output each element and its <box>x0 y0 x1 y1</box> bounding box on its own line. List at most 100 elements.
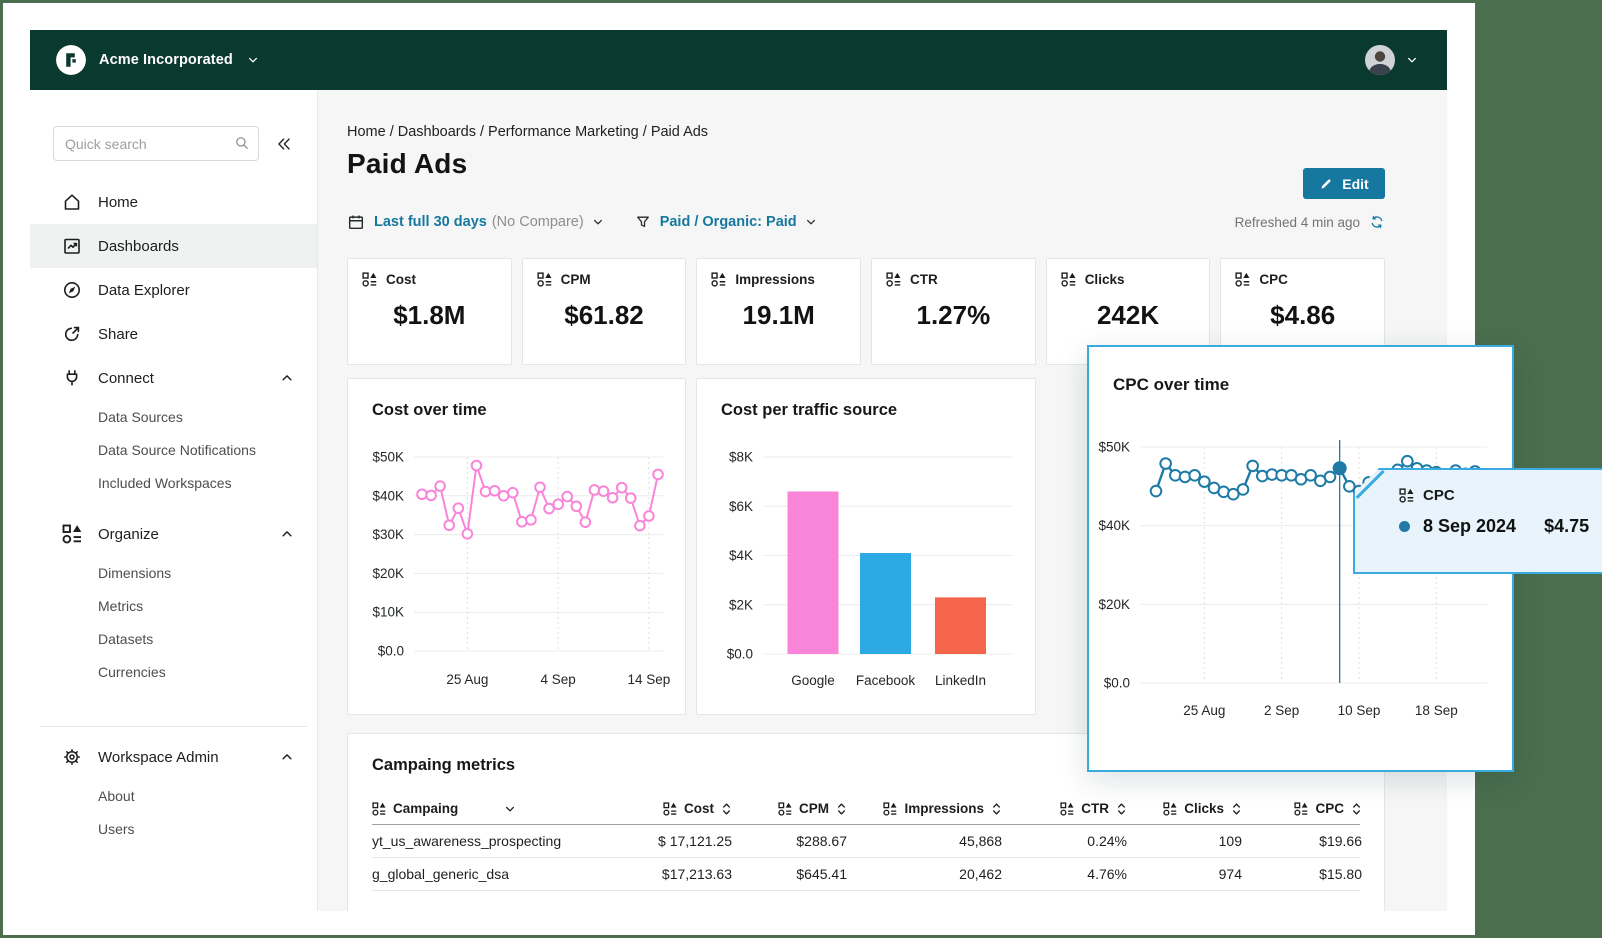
chevron-down-icon[interactable] <box>804 215 818 229</box>
column-header-ctr[interactable]: CTR <box>1002 793 1127 824</box>
sidebar-divider <box>40 726 307 727</box>
sidebar-item-about[interactable]: About <box>30 779 317 812</box>
sort-icon[interactable] <box>1231 801 1242 817</box>
sidebar-item-metrics[interactable]: Metrics <box>30 589 317 622</box>
gear-icon <box>62 747 82 767</box>
sidebar-section-label: Connect <box>98 369 154 387</box>
page-title: Paid Ads <box>347 148 468 179</box>
sidebar-item-users[interactable]: Users <box>30 812 317 845</box>
metrics-icon <box>362 272 377 287</box>
svg-text:$50K: $50K <box>1098 440 1130 455</box>
column-header-cost[interactable]: Cost <box>622 793 732 824</box>
sort-icon[interactable] <box>991 801 1002 817</box>
chevron-down-icon[interactable] <box>503 802 517 816</box>
metrics-icon <box>537 272 552 287</box>
sidebar-item-label: Data Explorer <box>98 281 190 299</box>
svg-text:$8K: $8K <box>729 450 753 465</box>
kpi-label: CTR <box>910 272 938 287</box>
search-input[interactable] <box>53 126 259 161</box>
segment-filter[interactable]: Paid / Organic: Paid <box>660 214 797 230</box>
svg-text:$40K: $40K <box>1098 518 1130 533</box>
collapse-sidebar-icon[interactable] <box>275 135 293 153</box>
sidebar-item-datasets[interactable]: Datasets <box>30 622 317 655</box>
table-cell: 4.76% <box>1087 866 1127 882</box>
kpi-label: Impressions <box>735 272 815 287</box>
chevron-up-icon[interactable] <box>279 370 295 386</box>
sidebar-item-dashboards[interactable]: Dashboards <box>30 224 317 268</box>
kpi-card-cpm[interactable]: CPM $61.82 <box>521 258 687 365</box>
sort-icon[interactable] <box>1351 801 1362 817</box>
svg-text:$0.0: $0.0 <box>1104 676 1130 691</box>
svg-text:LinkedIn: LinkedIn <box>935 673 986 688</box>
sidebar-section-organize[interactable]: Organize <box>30 512 317 556</box>
column-label: Clicks <box>1184 801 1224 816</box>
cost-per-traffic-source-chart[interactable]: $0.0 $2K $4K $6K $8K Google Facebook LinkedIn <box>697 379 1037 716</box>
kpi-label: Cost <box>386 272 416 287</box>
chart-title: Cost per traffic source <box>721 401 898 419</box>
edit-button[interactable]: Edit <box>1303 168 1385 199</box>
table-cell: 20,462 <box>959 866 1002 882</box>
chevron-up-icon[interactable] <box>279 526 295 542</box>
column-header-cpc[interactable]: CPC <box>1242 793 1362 824</box>
sidebar-item-home[interactable]: Home <box>30 180 317 224</box>
sidebar-item-included-workspaces[interactable]: Included Workspaces <box>30 466 317 499</box>
sidebar-item-data-source-notifications[interactable]: Data Source Notifications <box>30 433 317 466</box>
column-header-impressions[interactable]: Impressions <box>847 793 1002 824</box>
column-header-campaing[interactable]: Campaing <box>372 793 622 824</box>
column-header-cpm[interactable]: CPM <box>732 793 847 824</box>
explorer-icon <box>62 280 82 300</box>
chevron-down-icon[interactable] <box>1405 53 1419 67</box>
org-switcher[interactable]: Acme Incorporated <box>56 45 260 75</box>
svg-text:$0.0: $0.0 <box>727 647 753 662</box>
sort-icon[interactable] <box>721 801 732 817</box>
filter-icon <box>635 214 651 230</box>
chevron-up-icon[interactable] <box>279 749 295 765</box>
cost-over-time-card: Cost over time $0.0 $10K $20K $30K $40K $50K 2… <box>347 378 686 715</box>
kpi-card-cost[interactable]: Cost $1.8M <box>347 258 512 365</box>
table-cell: $19.66 <box>1319 833 1362 849</box>
table-cell: g_global_generic_dsa <box>372 866 509 882</box>
sidebar-nav: Home Dashboards Data Explorer Share Connect D… <box>30 180 317 845</box>
metrics-icon <box>1061 272 1076 287</box>
filter-bar: Last full 30 days (No Compare) Paid / Or… <box>347 211 818 233</box>
sidebar-item-share[interactable]: Share <box>30 312 317 356</box>
refresh-icon[interactable] <box>1369 214 1385 230</box>
refreshed-label: Refreshed 4 min ago <box>1234 214 1360 230</box>
table-row: yt_us_awareness_prospecting $ 17,121.25 $2… <box>372 825 1362 858</box>
sidebar-item-data-explorer[interactable]: Data Explorer <box>30 268 317 312</box>
column-header-clicks[interactable]: Clicks <box>1127 793 1242 824</box>
avatar[interactable] <box>1365 45 1395 75</box>
sort-icon[interactable] <box>836 801 847 817</box>
column-label: CPM <box>799 801 829 816</box>
user-menu[interactable] <box>1365 45 1419 75</box>
chevron-down-icon[interactable] <box>591 215 605 229</box>
sidebar-item-dimensions[interactable]: Dimensions <box>30 556 317 589</box>
search-icon <box>234 135 250 151</box>
chevron-down-icon[interactable] <box>246 53 260 67</box>
compare-label: (No Compare) <box>491 214 584 230</box>
table-cell: $288.67 <box>796 833 847 849</box>
metrics-icon <box>711 272 726 287</box>
sidebar-item-currencies[interactable]: Currencies <box>30 655 317 688</box>
sidebar-section-workspace-admin[interactable]: Workspace Admin <box>30 735 317 779</box>
metrics-icon <box>883 801 897 816</box>
sort-icon[interactable] <box>1116 801 1127 817</box>
sidebar-item-label: Dashboards <box>98 237 179 255</box>
table-cell: $15.80 <box>1319 866 1362 882</box>
table-body: yt_us_awareness_prospecting $ 17,121.25 $2… <box>372 825 1362 891</box>
sidebar-item-data-sources[interactable]: Data Sources <box>30 400 317 433</box>
series-dot <box>1399 521 1410 532</box>
metrics-icon <box>62 524 82 544</box>
svg-text:18 Sep: 18 Sep <box>1415 703 1458 718</box>
tooltip-metric: CPC <box>1423 487 1455 504</box>
date-range-filter[interactable]: Last full 30 days <box>374 214 487 230</box>
svg-text:$20K: $20K <box>372 566 404 581</box>
breadcrumb[interactable]: Home / Dashboards / Performance Marketin… <box>347 124 708 140</box>
sidebar-section-connect[interactable]: Connect <box>30 356 317 400</box>
cost-over-time-chart[interactable]: $0.0 $10K $20K $30K $40K $50K 25 Aug 4 Sep 14 Se… <box>348 379 687 716</box>
metrics-icon <box>778 801 792 816</box>
kpi-card-impressions[interactable]: Impressions 19.1M <box>696 258 862 365</box>
kpi-card-ctr[interactable]: CTR 1.27% <box>871 258 1036 365</box>
kpi-label: CPC <box>1259 272 1288 287</box>
svg-text:$30K: $30K <box>372 527 404 542</box>
